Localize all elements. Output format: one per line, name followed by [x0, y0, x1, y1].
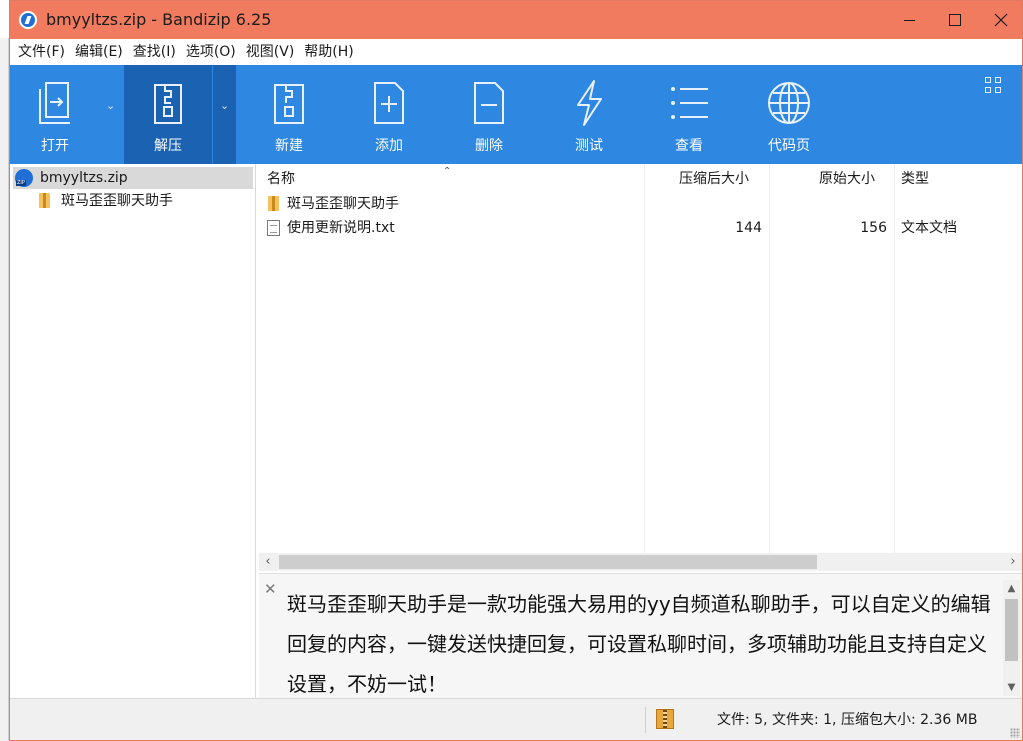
close-icon — [994, 13, 1008, 27]
background-window-edge — [0, 38, 9, 741]
new-button[interactable]: 新建 — [263, 65, 315, 164]
menu-view[interactable]: 视图(V) — [241, 39, 300, 65]
archive-icon — [656, 709, 674, 729]
folder-icon — [39, 192, 50, 208]
scroll-up-arrow[interactable]: ▲ — [1003, 580, 1020, 597]
delete-label: 删除 — [475, 138, 503, 154]
menu-file[interactable]: 文件(F) — [13, 39, 70, 65]
delete-file-icon — [464, 77, 514, 129]
column-name-header[interactable]: 名称 — [267, 164, 295, 192]
column-compressed-header[interactable]: 压缩后大小 — [679, 164, 749, 192]
toolbar: 打开 ⌄ 解压 ⌄ 新建 添加 删除 测试 查看 代码页 — [10, 65, 1022, 164]
open-button[interactable]: 打开 — [29, 65, 81, 164]
maximize-icon — [949, 14, 961, 26]
tree-item-folder[interactable]: 斑马歪歪聊天助手 — [39, 189, 173, 211]
row-compressed-size: 144 — [735, 220, 762, 236]
menu-find[interactable]: 查找(I) — [128, 39, 181, 65]
bandizip-window: bmyyltzs.zip - Bandizip 6.25 文件(F) 编辑(E)… — [9, 0, 1023, 741]
menu-options[interactable]: 选项(O) — [181, 39, 241, 65]
menu-edit[interactable]: 编辑(E) — [70, 39, 128, 65]
codepage-button[interactable]: 代码页 — [758, 65, 820, 164]
codepage-label: 代码页 — [768, 138, 810, 154]
bandizip-app-icon — [19, 11, 37, 29]
status-summary: 文件: 5, 文件夹: 1, 压缩包大小: 2.36 MB — [717, 712, 978, 728]
row-name: 使用更新说明.txt — [287, 220, 395, 236]
add-label: 添加 — [375, 138, 403, 154]
layout-grid-icon[interactable] — [985, 77, 1003, 95]
menu-bar: 文件(F) 编辑(E) 查找(I) 选项(O) 视图(V) 帮助(H) — [10, 39, 1022, 65]
text-file-icon — [267, 220, 280, 236]
zip-archive-icon — [15, 169, 33, 187]
description-text: 斑马歪歪聊天助手是一款功能强大易用的yy自频道私聊助手，可以自定义的编辑回复的内… — [287, 592, 991, 696]
tree-item-archive[interactable]: bmyyltzs.zip — [13, 167, 253, 189]
list-header: 名称 ⌃ 压缩后大小 原始大小 类型 — [259, 164, 1022, 192]
folder-icon — [268, 196, 279, 211]
scroll-right-arrow[interactable]: › — [1004, 553, 1022, 571]
test-button[interactable]: 测试 — [563, 65, 615, 164]
scroll-down-arrow[interactable]: ▼ — [1003, 679, 1020, 696]
test-label: 测试 — [575, 138, 603, 154]
column-type-header[interactable]: 类型 — [901, 164, 929, 192]
file-list: 名称 ⌃ 压缩后大小 原始大小 类型 斑马歪歪聊天助手 使用更新说明.txt 1… — [259, 164, 1022, 553]
tree-item-archive-label: bmyyltzs.zip — [40, 170, 128, 186]
close-description-icon[interactable]: ✕ — [264, 580, 277, 598]
description-pane: ✕ 斑马歪歪聊天助手是一款功能强大易用的yy自频道私聊助手，可以自定义的编辑回复… — [259, 573, 1022, 698]
list-view-icon — [664, 77, 714, 129]
status-divider — [645, 707, 646, 733]
table-row[interactable]: 斑马歪歪聊天助手 — [259, 192, 1022, 216]
tree-item-folder-label: 斑马歪歪聊天助手 — [61, 193, 173, 209]
status-bar: 文件: 5, 文件夹: 1, 压缩包大小: 2.36 MB — [10, 698, 1022, 740]
resize-grip-icon[interactable] — [1010, 728, 1020, 738]
extract-icon — [143, 77, 193, 129]
open-icon — [30, 77, 80, 129]
view-label: 查看 — [675, 138, 703, 154]
table-row[interactable]: 使用更新说明.txt 144 156 文本文档 — [259, 216, 1022, 240]
open-label: 打开 — [41, 138, 69, 154]
row-name: 斑马歪歪聊天助手 — [287, 196, 399, 212]
horizontal-scroll-thumb[interactable] — [279, 555, 817, 569]
open-dropdown-arrow[interactable]: ⌄ — [106, 99, 115, 112]
sort-ascending-icon: ⌃ — [443, 166, 452, 177]
chevron-down-icon: ⌄ — [220, 99, 230, 112]
new-label: 新建 — [275, 138, 303, 154]
menu-help[interactable]: 帮助(H) — [299, 39, 358, 65]
column-original-header[interactable]: 原始大小 — [819, 164, 875, 192]
extract-label: 解压 — [154, 138, 182, 154]
minimize-button[interactable] — [886, 1, 932, 39]
vertical-scroll-thumb[interactable] — [1005, 599, 1018, 661]
add-button[interactable]: 添加 — [363, 65, 415, 164]
row-type: 文本文档 — [901, 220, 957, 236]
folder-tree: bmyyltzs.zip 斑马歪歪聊天助手 — [10, 164, 256, 698]
window-title: bmyyltzs.zip - Bandizip 6.25 — [46, 10, 272, 29]
globe-icon — [764, 77, 814, 129]
add-file-icon — [364, 77, 414, 129]
new-archive-icon — [264, 77, 314, 129]
row-original-size: 156 — [860, 220, 887, 236]
horizontal-scrollbar[interactable]: ‹ › — [259, 553, 1022, 571]
view-button[interactable]: 查看 — [663, 65, 715, 164]
extract-button[interactable]: 解压 — [124, 65, 212, 164]
title-bar[interactable]: bmyyltzs.zip - Bandizip 6.25 — [10, 1, 1022, 39]
maximize-button[interactable] — [932, 1, 978, 39]
scroll-left-arrow[interactable]: ‹ — [259, 553, 277, 571]
close-button[interactable] — [978, 1, 1023, 39]
delete-button[interactable]: 删除 — [463, 65, 515, 164]
lightning-icon — [564, 77, 614, 129]
minimize-icon — [903, 19, 915, 21]
extract-dropdown[interactable]: ⌄ — [213, 65, 236, 164]
vertical-scrollbar[interactable]: ▲ ▼ — [1003, 580, 1020, 696]
